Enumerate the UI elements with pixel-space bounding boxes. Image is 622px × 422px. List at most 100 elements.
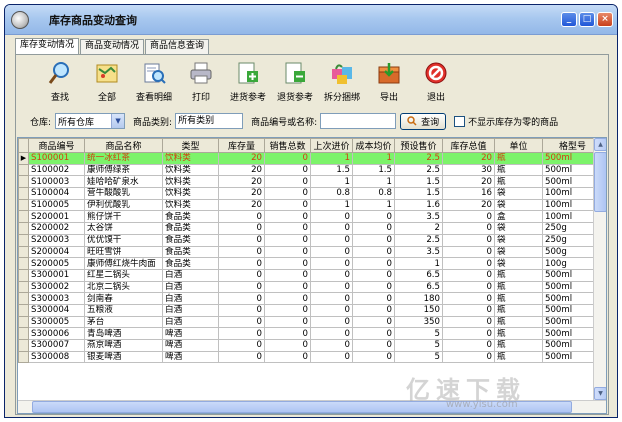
table-cell[interactable]: 红星二锅头 [84,268,163,282]
table-cell[interactable]: 20 [218,163,265,177]
vertical-scrollbar[interactable]: ▲ ▼ [593,138,606,400]
table-cell[interactable]: 0 [442,210,495,224]
table-cell[interactable]: 0 [218,350,265,364]
table-cell[interactable]: 0 [218,222,265,235]
scroll-up-icon[interactable]: ▲ [594,138,606,151]
table-cell[interactable]: 瓶 [494,350,543,364]
table-cell[interactable]: 太谷饼 [84,222,163,235]
table-row[interactable]: S200003 优优馍干 食品类 0 0 0 0 2.5 0 袋 250g [18,233,603,247]
table-row[interactable]: S300007 燕京啤酒 啤酒 0 0 0 0 5 0 瓶 500ml [18,339,603,352]
row-indicator[interactable] [18,233,29,247]
table-cell[interactable]: 瓶 [494,175,543,189]
table-cell[interactable]: 0 [264,233,311,247]
table-cell[interactable]: 瓶 [494,268,543,282]
minimize-button[interactable]: _ [561,12,577,27]
table-cell[interactable]: S200001 [28,210,85,224]
table-cell[interactable]: 0 [310,245,353,259]
category-field[interactable]: 所有类别 [175,113,244,129]
table-cell[interactable]: 0 [264,292,311,305]
table-cell[interactable]: 旺旺雪饼 [84,245,163,259]
table-row[interactable]: S100003 娃哈哈矿泉水 饮料类 20 0 1 1 1.5 20 瓶 500ml [18,175,603,189]
table-cell[interactable]: 0 [352,268,395,282]
column-header[interactable]: 单位 [494,138,543,153]
table-cell[interactable]: 0 [352,280,395,294]
table-row[interactable]: S300002 北京二锅头 白酒 0 0 0 0 6.5 0 瓶 500ml [18,280,603,294]
table-cell[interactable]: 0 [218,233,265,247]
table-cell[interactable]: 食品类 [162,210,219,224]
table-cell[interactable]: 0 [310,350,353,364]
table-row[interactable]: S300003 剑南春 白酒 0 0 0 0 180 0 瓶 500ml [18,292,603,305]
table-cell[interactable]: 0 [442,268,495,282]
table-cell[interactable]: 0 [264,315,311,329]
table-cell[interactable]: 0 [352,350,395,364]
table-cell[interactable]: 0 [264,268,311,282]
table-cell[interactable]: 燕京啤酒 [84,339,163,352]
table-cell[interactable]: 0 [264,327,311,340]
table-cell[interactable]: 0 [264,339,311,352]
table-row[interactable]: S200005 康师傅红烧牛肉面 食品类 0 0 0 0 1 0 袋 100g [18,257,603,270]
table-cell[interactable]: 白酒 [162,303,219,317]
table-cell[interactable]: 1 [352,152,395,165]
table-cell[interactable]: 0 [264,350,311,364]
table-cell[interactable]: 0 [264,152,311,165]
row-indicator[interactable] [18,245,29,259]
tab-stock-changes[interactable]: 库存变动情况 [15,38,80,54]
table-cell[interactable]: 3.5 [394,245,443,259]
row-indicator[interactable] [18,187,29,200]
find-button[interactable]: 查找 [36,59,84,103]
table-cell[interactable]: 袋 [494,198,543,212]
table-cell[interactable]: 0 [310,339,353,352]
table-cell[interactable]: 银麦啤酒 [84,350,163,364]
table-cell[interactable]: 盒 [494,210,543,224]
table-cell[interactable]: 饮料类 [162,198,219,212]
table-cell[interactable]: 瓶 [494,152,543,165]
table-cell[interactable]: 白酒 [162,315,219,329]
row-indicator[interactable] [18,315,29,329]
row-indicator[interactable] [18,339,29,352]
table-cell[interactable]: 1 [394,257,443,270]
table-cell[interactable]: 熊仔饼干 [84,210,163,224]
table-cell[interactable]: 0 [310,233,353,247]
table-cell[interactable]: 0 [442,303,495,317]
table-cell[interactable]: 瓶 [494,315,543,329]
table-cell[interactable]: 1.5 [310,163,353,177]
table-cell[interactable]: 0 [310,327,353,340]
table-cell[interactable]: 营牛酸酸乳 [84,187,163,200]
table-cell[interactable]: 0 [264,163,311,177]
row-indicator[interactable] [18,257,29,270]
table-cell[interactable]: 0 [310,210,353,224]
row-indicator[interactable] [18,163,29,177]
table-cell[interactable]: 20 [218,187,265,200]
row-indicator[interactable] [18,268,29,282]
table-cell[interactable]: 0 [310,222,353,235]
table-cell[interactable]: 0 [352,315,395,329]
table-cell[interactable]: 16 [442,187,495,200]
table-cell[interactable]: 0 [352,292,395,305]
table-cell[interactable]: 0 [442,339,495,352]
table-cell[interactable]: 啤酒 [162,327,219,340]
view-detail-button[interactable]: 查看明细 [130,59,178,103]
table-cell[interactable]: 0 [442,292,495,305]
table-cell[interactable]: 0 [218,268,265,282]
table-cell[interactable]: 0 [310,292,353,305]
table-cell[interactable]: 0 [352,210,395,224]
table-cell[interactable]: 20 [218,198,265,212]
table-cell[interactable]: 20 [218,175,265,189]
table-row[interactable]: S100002 康师傅绿茶 饮料类 20 0 1.5 1.5 2.5 30 瓶 500ml [18,163,603,177]
table-cell[interactable]: 0 [218,210,265,224]
table-cell[interactable]: S300006 [28,327,85,340]
table-cell[interactable]: 茅台 [84,315,163,329]
table-cell[interactable]: S100001 [28,152,85,165]
table-cell[interactable]: 0 [442,222,495,235]
column-header[interactable]: 库存量 [218,138,265,153]
table-cell[interactable]: 白酒 [162,292,219,305]
row-indicator[interactable] [18,210,29,224]
table-cell[interactable]: 五粮液 [84,303,163,317]
zero-stock-checkbox[interactable] [454,115,466,127]
table-cell[interactable]: 350 [394,315,443,329]
row-indicator[interactable] [18,327,29,340]
table-cell[interactable]: S100003 [28,175,85,189]
table-cell[interactable]: S200005 [28,257,85,270]
table-row[interactable]: S300005 茅台 白酒 0 0 0 0 350 0 瓶 500ml [18,315,603,329]
table-cell[interactable]: 瓶 [494,327,543,340]
